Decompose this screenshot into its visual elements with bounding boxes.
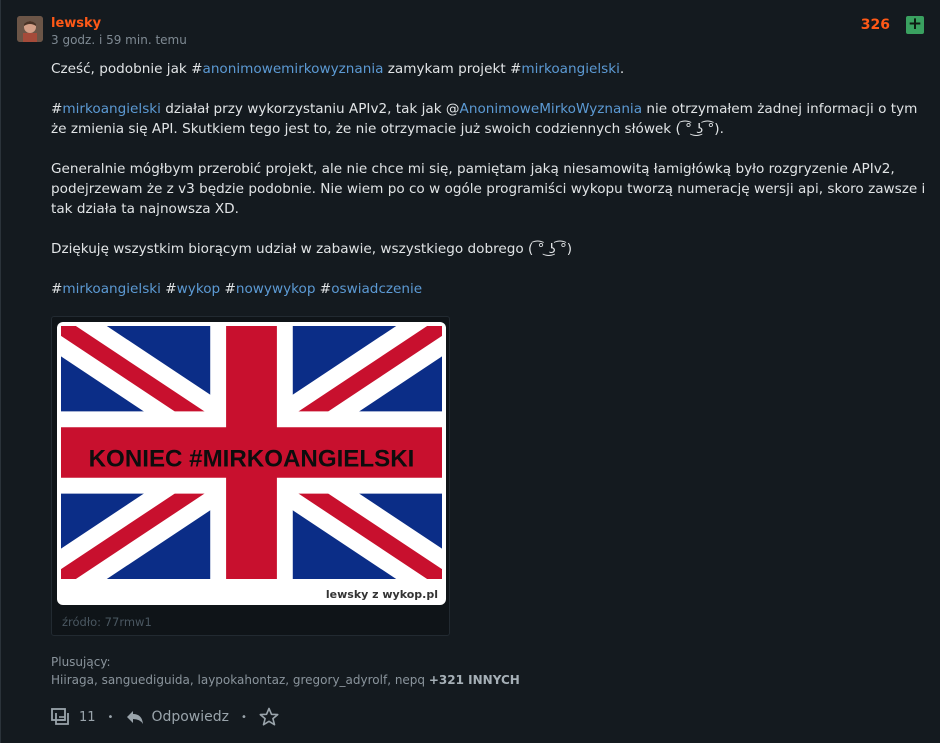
image-source[interactable]: źródło: 77rmw1 [62,615,152,629]
tag-link[interactable]: wykop [177,281,221,297]
tag-link[interactable]: mirkoangielski [521,61,620,77]
voters-names[interactable]: Hiiraga, sanguediguida, laypokahontaz, g… [51,673,425,687]
reply-icon [127,711,144,724]
text-segment: # [160,281,177,297]
text-segment: . [619,61,625,77]
tag-link[interactable]: mirkoangielski [62,101,161,117]
tag-link[interactable]: mirkoangielski [62,281,161,297]
comments-count[interactable]: 11 [79,710,96,725]
entry-body: Cześć, podobnie jak #anonimowemirkowyzna… [51,59,931,319]
banner-text: KONIEC #MIRKOANGIELSKI [89,445,415,472]
paragraph: Dziękuję wszystkim biorącym udział w zab… [51,239,931,259]
entry: lewsky 3 godz. i 59 min. temu 326 + Cześ… [0,0,940,743]
text-segment: Generalnie mógłbym przerobić projekt, al… [51,161,926,217]
paragraph: Generalnie mógłbym przerobić projekt, al… [51,159,931,219]
watermark: lewsky z wykop.pl [325,588,438,601]
text-segment: # [315,281,332,297]
separator-dot: • [241,711,247,723]
entry-actions: 11 • Odpowiedz • [51,705,279,729]
favorite-button[interactable] [259,707,279,727]
tag-link[interactable]: nowywykop [236,281,316,297]
text-segment: zamykam projekt # [383,61,522,77]
avatar[interactable] [17,16,43,42]
embed-image[interactable]: KONIEC #MIRKOANGIELSKI lewsky z wykop.pl… [51,316,450,636]
paragraph: #mirkoangielski #wykop #nowywykop #oswia… [51,279,931,299]
paragraph: Cześć, podobnie jak #anonimowemirkowyzna… [51,59,931,79]
tag-link[interactable]: anonimowemirkowyznania [202,61,383,77]
star-icon [259,707,279,726]
image-frame[interactable]: KONIEC #MIRKOANGIELSKI lewsky z wykop.pl [57,322,446,605]
tag-link[interactable]: oswiadczenie [331,281,422,297]
paragraph: #mirkoangielski działał przy wykorzystan… [51,99,931,139]
reply-button[interactable]: Odpowiedz [125,709,229,725]
post-time[interactable]: 3 godz. i 59 min. temu [51,33,187,47]
voters-more[interactable]: +321 INNYCH [429,673,520,687]
plus-icon: + [907,14,923,34]
comments-button[interactable]: 11 [51,708,96,726]
comments-icon [51,708,69,725]
plus-button[interactable]: + [906,16,924,34]
voters-label: Plusujący: [51,655,111,669]
author-name[interactable]: lewsky [51,16,101,31]
text-segment: Cześć, podobnie jak # [51,61,203,77]
mention-link[interactable]: AnonimoweMirkoWyznania [460,101,643,117]
voters-list[interactable]: Hiiraga, sanguediguida, laypokahontaz, g… [51,673,520,687]
text-segment: # [220,281,236,297]
text-segment: Dziękuję wszystkim biorącym udział w zab… [51,241,573,257]
avatar-icon [17,16,43,42]
reply-label[interactable]: Odpowiedz [151,709,229,725]
text-segment: # [51,101,63,117]
text-segment: # [51,281,63,297]
vote-count: 326 [860,17,890,33]
union-jack-flag: KONIEC #MIRKOANGIELSKI [61,326,442,579]
text-segment: działał przy wykorzystaniu APIv2, tak ja… [160,101,460,117]
separator-dot: • [107,711,114,723]
